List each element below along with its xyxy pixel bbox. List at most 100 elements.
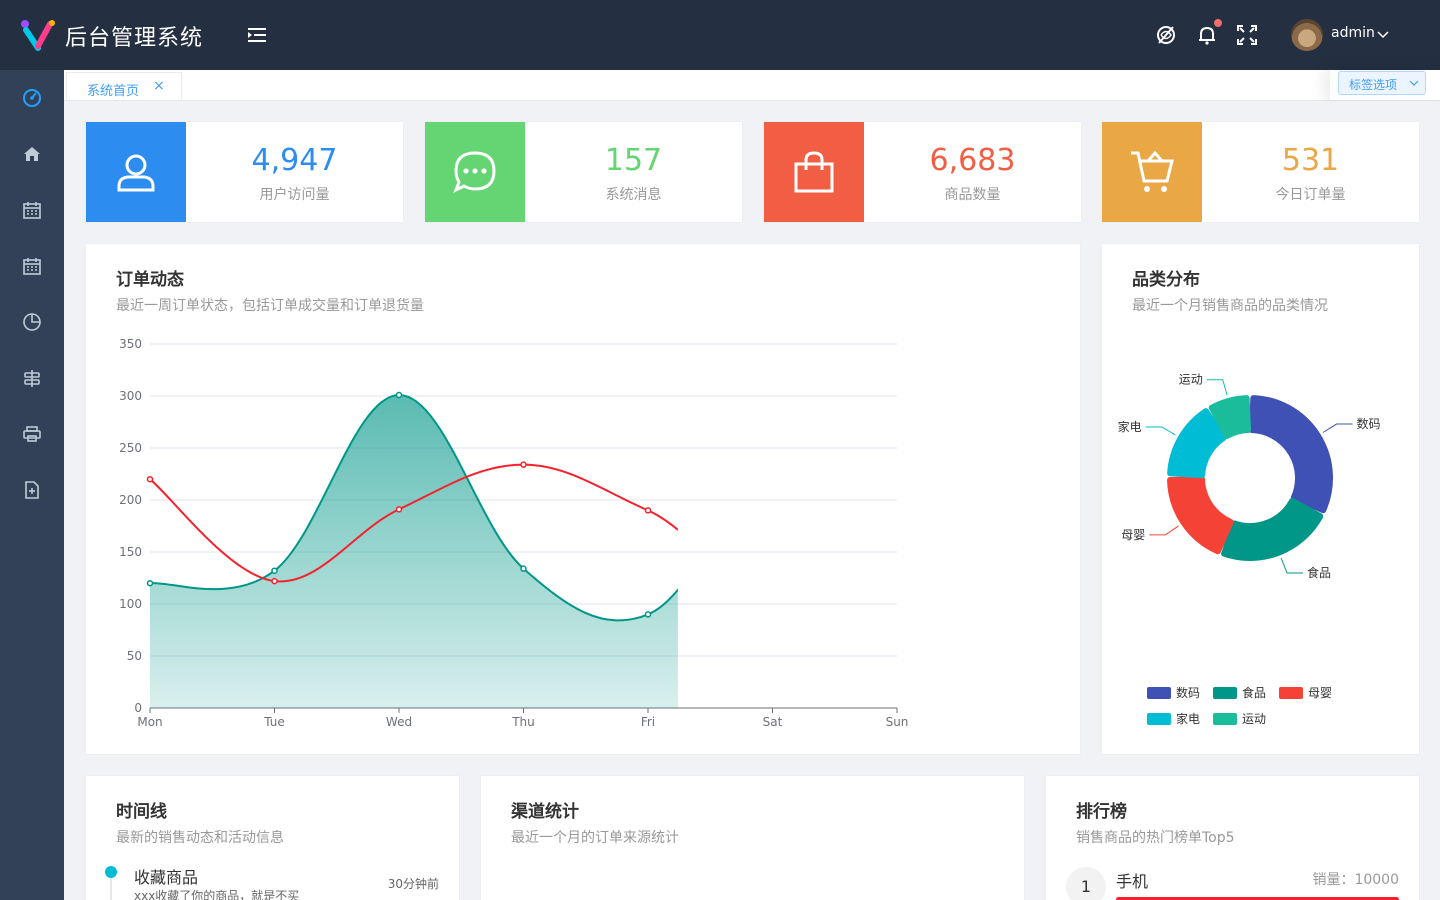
stat-value: 6,683 bbox=[929, 143, 1016, 178]
legend-label: 母婴 bbox=[1308, 686, 1332, 700]
tag-label[interactable]: 系统首页 bbox=[87, 80, 139, 99]
pie-label-line bbox=[1280, 557, 1304, 574]
pie-label: 家电 bbox=[1118, 419, 1142, 434]
card-title: 时间线 bbox=[116, 802, 167, 822]
fullscreen-icon[interactable] bbox=[1236, 24, 1258, 46]
series-point bbox=[770, 466, 775, 471]
legend-swatch bbox=[1213, 687, 1237, 699]
series-point bbox=[520, 461, 527, 468]
series-point bbox=[520, 565, 527, 572]
tag-options-label[interactable]: 标签选项 bbox=[1349, 76, 1397, 93]
category-pie-chart: 数码食品母婴家电运动数码 食品 母婴家电 运动 bbox=[1118, 373, 1381, 726]
stat-card-products[interactable]: 6,683 商品数量 bbox=[763, 121, 1082, 223]
stat-label: 今日订单量 bbox=[1275, 187, 1346, 203]
card-subtitle: 最近一个月销售商品的品类情况 bbox=[1132, 298, 1328, 314]
stat-card-orders[interactable]: 531 今日订单量 bbox=[1101, 121, 1420, 223]
legend-swatch bbox=[1147, 713, 1171, 725]
user-name[interactable]: admin bbox=[1331, 25, 1375, 41]
y-tick-label: 150 bbox=[119, 545, 142, 559]
calendar-icon[interactable] bbox=[20, 198, 44, 222]
x-tick-label: Fri bbox=[641, 715, 655, 729]
stat-label: 用户访问量 bbox=[259, 187, 330, 203]
notification-badge bbox=[1214, 19, 1222, 27]
x-tick-label: Tue bbox=[263, 715, 285, 729]
x-tick-label: Thu bbox=[511, 715, 535, 729]
card-title: 订单动态 bbox=[116, 270, 184, 290]
order-line-chart: 0 50 100 150 200 250 300 350 Mon Tue Wed Thu Fri Sat S… bbox=[119, 337, 909, 729]
series-area bbox=[150, 394, 678, 708]
sliders-icon[interactable] bbox=[20, 366, 44, 390]
card-title: 渠道统计 bbox=[511, 802, 579, 822]
legend-label: 食品 bbox=[1242, 685, 1266, 700]
card-subtitle: 最近一个月的订单来源统计 bbox=[511, 830, 679, 846]
dashboard-icon[interactable] bbox=[20, 86, 44, 110]
pie-label-line bbox=[1145, 426, 1176, 436]
pie-chart-icon[interactable] bbox=[20, 310, 44, 334]
series-point bbox=[895, 383, 900, 388]
y-tick-label: 200 bbox=[119, 493, 142, 507]
app-title: 后台管理系统 bbox=[65, 26, 204, 51]
plot-area bbox=[146, 383, 900, 708]
home-icon[interactable] bbox=[20, 142, 44, 166]
y-tick-label: 250 bbox=[119, 441, 142, 455]
y-tick-label: 50 bbox=[127, 649, 142, 663]
category-card: 品类分布 最近一个月销售商品的品类情况 数码 食品 母婴 家电 运动 数码 食品 母婴 家电 运动 bbox=[1101, 243, 1420, 755]
legend-label: 家电 bbox=[1176, 711, 1200, 726]
logo-icon bbox=[21, 20, 55, 51]
channel-card: 渠道统计 最近一个月的订单来源统计 bbox=[480, 775, 1025, 900]
theme-icon[interactable] bbox=[1155, 24, 1177, 46]
stat-label: 商品数量 bbox=[944, 187, 1001, 203]
order-card: 订单动态 最近一周订单状态，包括订单成交量和订单退货量 0 50 100 150 200… bbox=[85, 243, 1081, 755]
timeline-item-time: 30分钟前 bbox=[387, 877, 439, 891]
y-tick-label: 350 bbox=[119, 337, 142, 351]
calendar-icon[interactable] bbox=[20, 254, 44, 278]
top-header: 后台管理系统 admin bbox=[0, 0, 1440, 70]
series-point bbox=[644, 611, 652, 618]
pie-label-line bbox=[1149, 525, 1179, 536]
chevron-down-icon[interactable] bbox=[1377, 28, 1389, 40]
y-tick-label: 0 bbox=[134, 701, 142, 715]
sidebar bbox=[0, 70, 64, 900]
card-title: 品类分布 bbox=[1132, 270, 1200, 290]
chevron-down-icon bbox=[1409, 80, 1419, 86]
close-icon[interactable]: × bbox=[153, 79, 165, 93]
cart-icon bbox=[1102, 122, 1202, 222]
menu-collapse-icon[interactable] bbox=[246, 24, 270, 46]
avatar[interactable] bbox=[1291, 19, 1323, 51]
timeline-card: 时间线 最新的销售动态和活动信息 收藏商品 30分钟前 xxx收藏了你的商品，就… bbox=[85, 775, 460, 900]
x-tick-label: Wed bbox=[386, 715, 412, 729]
tag-home[interactable]: 系统首页 × bbox=[66, 72, 182, 100]
tag-options-button[interactable]: 标签选项 bbox=[1338, 71, 1426, 95]
user-icon bbox=[86, 122, 186, 222]
x-tick-label: Sat bbox=[763, 715, 783, 729]
message-icon bbox=[425, 122, 525, 222]
series-point bbox=[895, 487, 900, 492]
pie-label-line bbox=[1322, 423, 1353, 433]
file-add-icon[interactable] bbox=[20, 478, 44, 502]
card-subtitle: 销售商品的热门榜单Top5 bbox=[1076, 830, 1235, 846]
card-subtitle: 最新的销售动态和活动信息 bbox=[116, 830, 284, 846]
series-point bbox=[395, 506, 403, 513]
card-subtitle: 最近一周订单状态，包括订单成交量和订单退货量 bbox=[116, 298, 424, 314]
stat-card-messages[interactable]: 157 系统消息 bbox=[424, 121, 743, 223]
printer-icon[interactable] bbox=[20, 422, 44, 446]
stat-value: 531 bbox=[1281, 143, 1340, 178]
legend-label: 数码 bbox=[1176, 685, 1200, 700]
bell-icon[interactable] bbox=[1196, 24, 1218, 46]
series-point bbox=[770, 570, 775, 575]
stat-card-visits[interactable]: 4,947 用户访问量 bbox=[85, 121, 404, 223]
pie-slice bbox=[1249, 395, 1333, 514]
pie-label: 数码 bbox=[1357, 416, 1381, 431]
pie-label: 食品 bbox=[1307, 565, 1331, 580]
rank-item-name: 手机 bbox=[1116, 872, 1149, 891]
series-point bbox=[271, 567, 278, 574]
stat-label: 系统消息 bbox=[605, 187, 662, 203]
series-point bbox=[644, 507, 652, 514]
series-point bbox=[146, 579, 154, 587]
series-point bbox=[395, 391, 403, 399]
timeline-line bbox=[110, 878, 112, 900]
timeline-item-desc: xxx收藏了你的商品，就是不买 bbox=[134, 889, 300, 900]
timeline-item-title: 收藏商品 bbox=[134, 868, 199, 887]
x-tick-label: Sun bbox=[886, 715, 909, 729]
rank-item-sales: 销量：10000 bbox=[1312, 872, 1399, 888]
